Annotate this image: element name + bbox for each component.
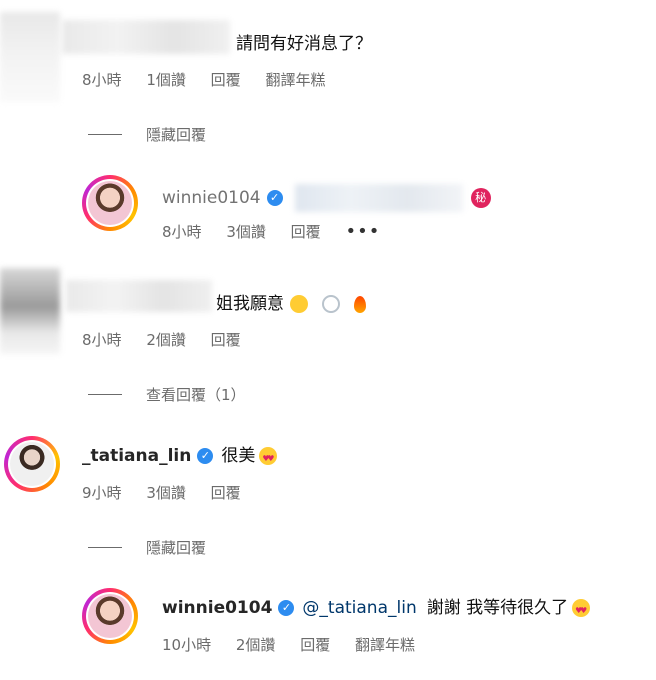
divider-line: [88, 394, 122, 395]
view-replies-toggle[interactable]: 查看回覆（1）: [88, 384, 246, 405]
username[interactable]: winnie0104: [162, 597, 272, 619]
avatar-winnie[interactable]: [82, 175, 138, 231]
reply-meta: 10小時 2個讚 回覆 翻譯年糕: [162, 635, 435, 655]
reply-button[interactable]: 回覆: [300, 636, 330, 654]
avatar-border: [86, 179, 134, 227]
avatar-winnie[interactable]: [82, 588, 138, 644]
comment-meta: 8小時 1個讚 回覆 翻譯年糕: [82, 70, 345, 90]
comment-text: 姐我願意: [216, 293, 366, 315]
secret-emoji: 秘: [470, 188, 491, 208]
ring-emoji: [322, 295, 340, 313]
verified-badge-icon: ✓: [197, 448, 214, 464]
toggle-label[interactable]: 查看回覆（1）: [146, 384, 246, 405]
avatar-photo: [10, 442, 54, 486]
username[interactable]: winnie0104: [162, 187, 261, 209]
mention-link[interactable]: @_tatiana_lin: [302, 597, 416, 619]
avatar-photo: [88, 594, 132, 638]
comment-meta: 9小時 3個讚 回覆: [82, 483, 261, 503]
likes-count[interactable]: 2個讚: [146, 331, 186, 349]
reply-meta: 8小時 3個讚 回覆 •••: [162, 222, 400, 242]
heart-eyes-emoji: [259, 447, 278, 470]
hide-replies-toggle[interactable]: 隱藏回覆: [88, 537, 206, 558]
username-blurred[interactable]: [62, 20, 230, 54]
timestamp: 9小時: [82, 484, 122, 502]
reply-button[interactable]: 回覆: [211, 71, 241, 89]
toggle-label[interactable]: 隱藏回覆: [146, 537, 206, 558]
translate-button[interactable]: 翻譯年糕: [355, 636, 415, 654]
comment-text: 很美: [221, 446, 256, 466]
avatar-blurred[interactable]: [0, 268, 60, 354]
likes-count[interactable]: 3個讚: [146, 484, 186, 502]
reply-button[interactable]: 回覆: [291, 223, 321, 241]
comment-text-content: 姐我願意: [216, 294, 284, 314]
fire-emoji: [354, 295, 366, 313]
comment-meta: 8小時 2個讚 回覆: [82, 330, 261, 350]
pleading-emoji: [290, 295, 308, 313]
likes-count[interactable]: 2個讚: [236, 636, 276, 654]
reply-header: winnie0104 ✓ @_tatiana_lin 謝謝 我等待很久了: [162, 597, 591, 622]
username[interactable]: _tatiana_lin: [82, 445, 191, 467]
verified-badge-icon: ✓: [266, 190, 283, 206]
hide-replies-toggle[interactable]: 隱藏回覆: [88, 124, 206, 145]
timestamp: 8小時: [162, 223, 202, 241]
divider-line: [88, 547, 122, 548]
avatar-border: [86, 592, 134, 640]
avatar-photo: [88, 181, 132, 225]
comment-header: _tatiana_lin ✓ 很美: [82, 445, 278, 470]
reply-header: winnie0104 ✓ 秘: [162, 184, 491, 212]
avatar-blurred[interactable]: [0, 12, 60, 102]
likes-count[interactable]: 1個讚: [146, 71, 186, 89]
divider-line: [88, 134, 122, 135]
verified-badge-icon: ✓: [278, 600, 295, 616]
timestamp: 8小時: [82, 71, 122, 89]
timestamp: 8小時: [82, 331, 122, 349]
likes-count[interactable]: 3個讚: [226, 223, 266, 241]
translate-button[interactable]: 翻譯年糕: [265, 71, 325, 89]
toggle-label[interactable]: 隱藏回覆: [146, 124, 206, 145]
timestamp: 10小時: [162, 636, 212, 654]
username-blurred[interactable]: [66, 280, 212, 312]
avatar-tatiana[interactable]: [4, 436, 60, 492]
more-options-icon[interactable]: •••: [345, 221, 380, 242]
comment-text: 請問有好消息了？: [236, 34, 372, 54]
reply-button[interactable]: 回覆: [211, 331, 241, 349]
reply-button[interactable]: 回覆: [211, 484, 241, 502]
reply-text: 謝謝 我等待很久了: [426, 598, 569, 618]
heart-eyes-emoji: [572, 599, 591, 622]
avatar-border: [8, 440, 56, 488]
reply-text-blurred: [294, 184, 463, 212]
